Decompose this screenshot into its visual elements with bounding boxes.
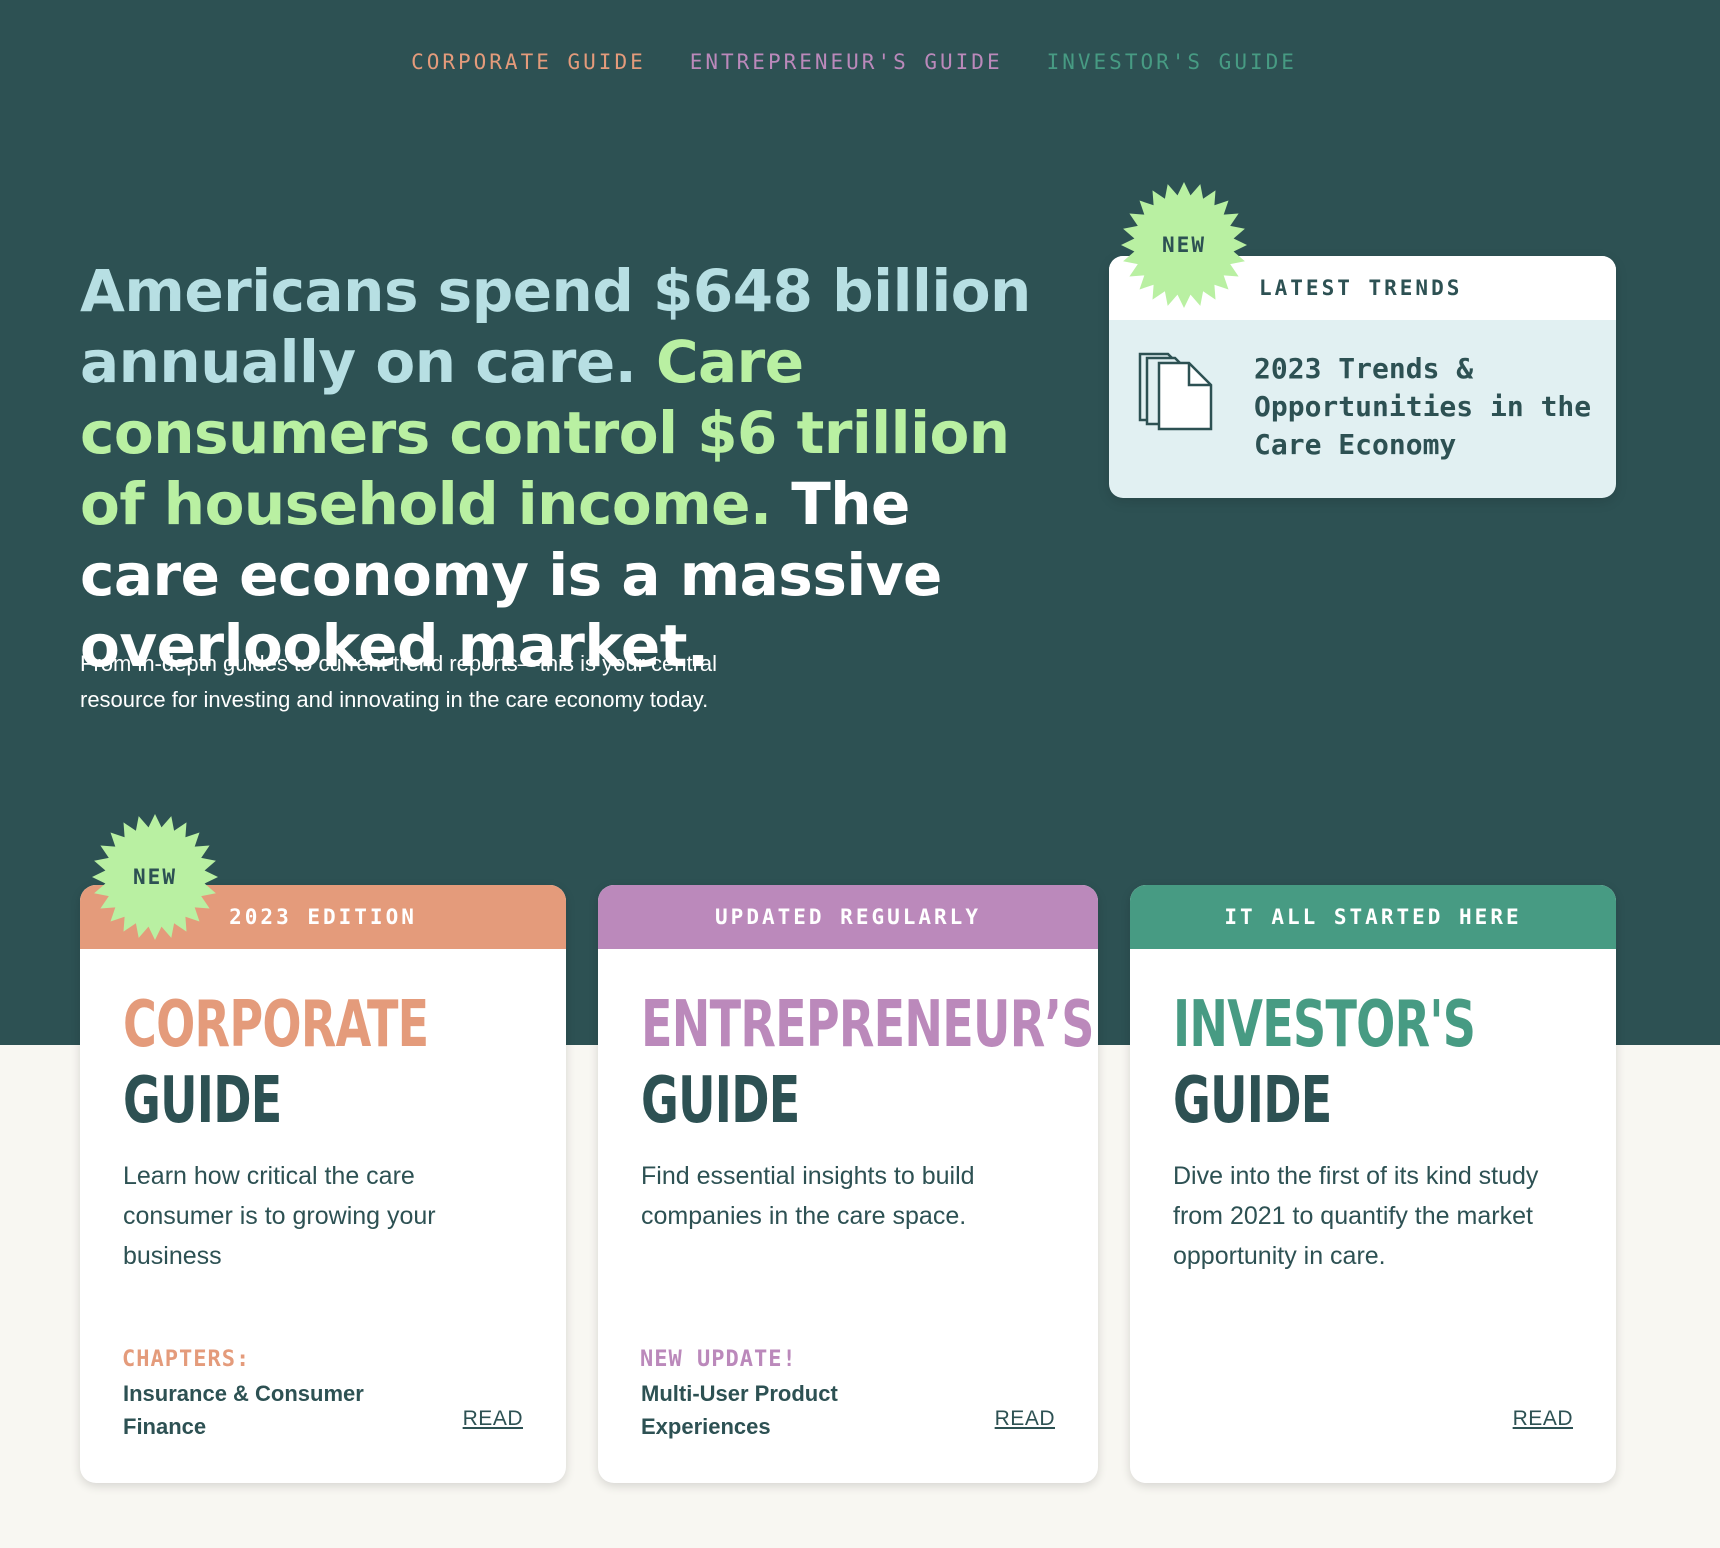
read-link[interactable]: READ: [463, 1407, 523, 1431]
read-link[interactable]: READ: [995, 1407, 1055, 1431]
card-description: Learn how critical the care consumer is …: [123, 1162, 436, 1270]
card-chapters-value: Insurance & Consumer Finance: [123, 1381, 364, 1439]
nav-investors-guide[interactable]: INVESTOR'S GUIDE: [1047, 50, 1297, 74]
nav-corporate-guide[interactable]: CORPORATE GUIDE: [411, 50, 646, 74]
card-description: Dive into the first of its kind study fr…: [1173, 1162, 1539, 1270]
nav-entrepreneurs-guide[interactable]: ENTREPRENEUR'S GUIDE: [690, 50, 1003, 74]
headline-part-1: Americans spend $648 billion annually on…: [80, 257, 1031, 396]
document-stack-icon: [1138, 352, 1214, 437]
hero-headline: Americans spend $648 billion annually on…: [80, 256, 1040, 682]
new-badge-corporate: NEW: [91, 813, 219, 941]
latest-trends-title[interactable]: 2023 Trends & Opportunities in the Care …: [1254, 350, 1594, 464]
card-update-label: NEW UPDATE!: [640, 1347, 797, 1372]
card-title-bottom: GUIDE: [1173, 1064, 1332, 1138]
hero-subtext: From in-depth guides to current trend re…: [80, 651, 718, 712]
card-band: UPDATED REGULARLY: [598, 885, 1098, 949]
card-title-bottom: GUIDE: [123, 1064, 282, 1138]
new-badge-trends: NEW: [1120, 181, 1248, 309]
entrepreneurs-guide-card[interactable]: UPDATED REGULARLY ENTREPRENEUR’S GUIDE F…: [598, 885, 1098, 1483]
card-description: Find essential insights to build compani…: [641, 1162, 975, 1230]
card-title: INVESTOR'S GUIDE: [1173, 987, 1476, 1139]
top-nav: CORPORATE GUIDE ENTREPRENEUR'S GUIDE INV…: [0, 50, 1720, 74]
card-update-value: Multi-User Product Experiences: [641, 1381, 838, 1439]
latest-trends-label: LATEST TRENDS: [1259, 276, 1463, 300]
card-title-top: CORPORATE: [123, 988, 429, 1062]
card-title: CORPORATE GUIDE: [123, 987, 429, 1139]
new-badge-label: NEW: [133, 865, 177, 889]
card-title-top: ENTREPRENEUR’S: [641, 988, 1094, 1062]
card-title-top: INVESTOR'S: [1173, 988, 1476, 1062]
read-link[interactable]: READ: [1513, 1407, 1573, 1431]
corporate-guide-card[interactable]: 2023 EDITION CORPORATE GUIDE Learn how c…: [80, 885, 566, 1483]
new-badge-label: NEW: [1162, 233, 1206, 257]
investors-guide-card[interactable]: IT ALL STARTED HERE INVESTOR'S GUIDE Div…: [1130, 885, 1616, 1483]
card-band: IT ALL STARTED HERE: [1130, 885, 1616, 949]
latest-trends-body: 2023 Trends & Opportunities in the Care …: [1109, 320, 1616, 498]
card-title: ENTREPRENEUR’S GUIDE: [641, 987, 1094, 1139]
card-title-bottom: GUIDE: [641, 1064, 800, 1138]
card-chapters-label: CHAPTERS:: [122, 1347, 251, 1372]
